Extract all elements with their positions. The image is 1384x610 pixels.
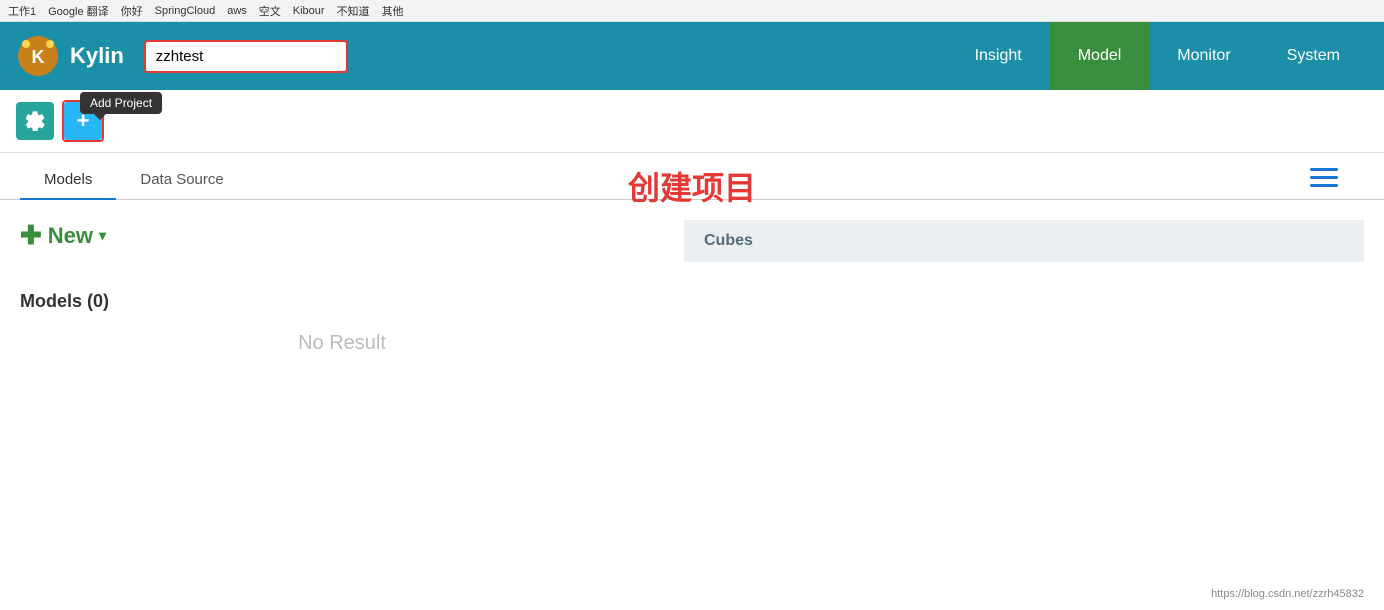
kylin-logo: K [16, 34, 60, 78]
hamburger-line-1 [1310, 168, 1338, 171]
tab-bar: Models Data Source 创建项目 [0, 161, 1384, 200]
bookmark-item[interactable]: SpringCloud [155, 5, 216, 17]
bookmark-item[interactable]: 空文 [259, 3, 281, 19]
navbar: K Kylin Insight Model Monitor System [0, 22, 1384, 90]
bookmark-item[interactable]: 你好 [121, 3, 143, 19]
cubes-header: Cubes [684, 220, 1364, 262]
bookmark-item[interactable]: 工作1 [8, 3, 36, 19]
nav-monitor[interactable]: Monitor [1149, 22, 1258, 90]
right-panel: Cubes [684, 220, 1364, 355]
url-bar: https://blog.csdn.net/zzrh45832 [1211, 588, 1364, 600]
nav-insight[interactable]: Insight [947, 22, 1050, 90]
app-title: Kylin [70, 43, 124, 69]
new-btn-caret-icon: ▾ [99, 227, 106, 244]
main-layout: ✚ New ▾ Models (0) No Result Cubes [0, 200, 1384, 355]
nav-items: Insight Model Monitor System [947, 22, 1368, 90]
add-project-tooltip: Add Project [80, 92, 162, 114]
hamburger-button[interactable] [1304, 162, 1344, 193]
bookmarks-bar: 工作1 Google 翻译 你好 SpringCloud aws 空文 Kibo… [0, 0, 1384, 22]
models-count: Models (0) [20, 291, 664, 312]
bookmark-item[interactable]: aws [227, 5, 247, 17]
bookmark-item[interactable]: Kibour [293, 5, 325, 17]
toolbar: Add Project + [0, 90, 1384, 153]
no-result-label: No Result [20, 332, 664, 355]
new-btn-label: New [48, 223, 93, 249]
new-button[interactable]: ✚ New ▾ [20, 220, 106, 251]
content-area: Models Data Source 创建项目 ✚ New ▾ Models (… [0, 153, 1384, 355]
gear-icon [25, 111, 45, 131]
nav-model[interactable]: Model [1050, 22, 1150, 90]
new-btn-plus-icon: ✚ [20, 220, 42, 251]
hamburger-line-3 [1310, 184, 1338, 187]
left-panel: ✚ New ▾ Models (0) No Result [20, 220, 684, 355]
project-input[interactable] [146, 42, 346, 71]
bookmark-item[interactable]: 不知道 [337, 3, 370, 19]
hamburger-line-2 [1310, 176, 1338, 179]
gear-button[interactable] [16, 102, 54, 140]
project-input-wrapper [144, 40, 348, 73]
brand: K Kylin [16, 34, 124, 78]
bookmark-item[interactable]: 其他 [382, 3, 404, 19]
bookmark-item[interactable]: Google 翻译 [48, 3, 109, 19]
tab-models[interactable]: Models [20, 161, 116, 200]
tab-data-source[interactable]: Data Source [116, 161, 247, 200]
svg-text:K: K [32, 47, 45, 67]
nav-system[interactable]: System [1259, 22, 1368, 90]
